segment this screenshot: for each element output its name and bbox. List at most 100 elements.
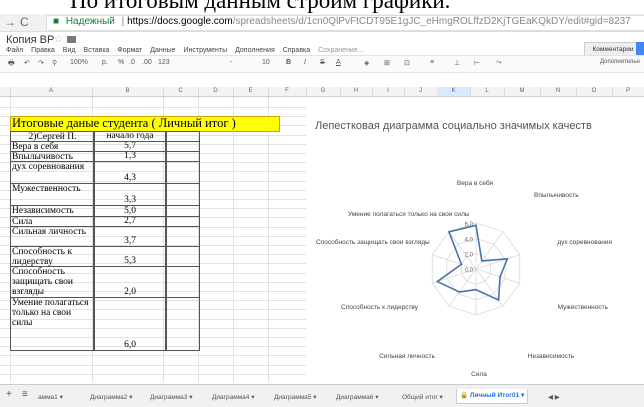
increase-decimals-button[interactable]: .00: [142, 59, 152, 66]
merge-icon[interactable]: ⊡: [404, 59, 410, 67]
radar-data-point: [436, 280, 439, 283]
column-header-o[interactable]: O: [576, 87, 613, 96]
grid-column-line: [233, 97, 234, 382]
column-header-n[interactable]: N: [540, 87, 577, 96]
bold-button[interactable]: B: [286, 59, 291, 66]
currency-button[interactable]: р.: [102, 59, 108, 66]
empty-cell[interactable]: [166, 297, 200, 351]
paint-format-icon[interactable]: ⚲: [52, 59, 57, 67]
back-arrow-icon[interactable]: →: [4, 15, 16, 29]
doc-title[interactable]: Копия ВР: [6, 34, 54, 46]
menu-format[interactable]: Формат: [117, 47, 142, 54]
menu-addons[interactable]: Дополнения: [235, 47, 275, 54]
redo-icon[interactable]: ↷: [38, 59, 44, 67]
font-select[interactable]: -: [230, 59, 232, 66]
column-header-f[interactable]: F: [268, 87, 307, 96]
undo-icon[interactable]: ↶: [24, 59, 30, 67]
score-value: 5,3: [124, 256, 136, 266]
folder-icon[interactable]: [67, 36, 76, 43]
browser-address-bar: → C ■ Надежный | https://docs.google.com…: [0, 14, 644, 32]
radar-chart[interactable]: Лепестковая диаграмма социально значимых…: [306, 97, 644, 382]
halign-icon[interactable]: ≡: [430, 59, 434, 66]
quality-label-cell[interactable]: Способность защищать свои взгляды: [10, 266, 94, 298]
score-cell[interactable]: 3,3: [94, 183, 166, 206]
quality-label-cell[interactable]: Умение полагаться только на свои силы: [10, 297, 94, 351]
column-header-g[interactable]: G: [306, 87, 341, 96]
score-cell[interactable]: 6,0: [94, 297, 166, 351]
menu-edit[interactable]: Правка: [31, 47, 55, 54]
column-header-j[interactable]: J: [404, 87, 438, 96]
radar-axis-label: Мужественность: [557, 304, 608, 311]
font-size-select[interactable]: 10: [262, 59, 270, 66]
number-format-select[interactable]: 123: [158, 59, 170, 66]
italic-button[interactable]: I: [304, 59, 306, 66]
zoom-select[interactable]: 100%: [70, 59, 88, 66]
menu-data[interactable]: Данные: [150, 47, 175, 54]
column-header-k[interactable]: K: [437, 87, 471, 96]
quality-label-cell[interactable]: Способность к лидерству: [10, 246, 94, 267]
menu-help[interactable]: Справка: [283, 47, 310, 54]
column-header-m[interactable]: M: [504, 87, 541, 96]
score-cell[interactable]: 4,3: [94, 161, 166, 184]
formatting-toolbar: 🖶 ↶ ↷ ⚲ 100% р. % .0 .00 123 - 10 B I S …: [0, 55, 644, 73]
menu-view[interactable]: Вид: [63, 47, 76, 54]
add-sheet-icon[interactable]: +: [6, 388, 12, 402]
sheet-tab[interactable]: Диаграмма4 ▾: [212, 391, 255, 405]
more-button[interactable]: Дополнительн: [600, 59, 640, 65]
sheet-tab[interactable]: Диаграмма6 ▾: [336, 391, 379, 405]
column-header-i[interactable]: I: [372, 87, 405, 96]
menu-file[interactable]: Файл: [6, 47, 23, 54]
reload-icon[interactable]: C: [20, 15, 29, 29]
column-header-d[interactable]: D: [198, 87, 234, 96]
score-cell[interactable]: 2,0: [94, 266, 166, 298]
sheet-tab[interactable]: Диаграмма3 ▾: [150, 391, 193, 405]
grid-row-line: [0, 107, 306, 108]
decrease-decimals-button[interactable]: .0: [129, 59, 135, 66]
rotate-icon[interactable]: ⤳: [496, 59, 502, 67]
quality-label-cell[interactable]: дух соревнования: [10, 161, 94, 184]
menu-insert[interactable]: Вставка: [83, 47, 109, 54]
sheet-list-icon[interactable]: ≡: [22, 388, 28, 402]
menu-bar: Файл Правка Вид Вставка Формат Данные Ин…: [6, 47, 370, 54]
column-header-p[interactable]: P: [612, 87, 644, 96]
tab-scroll-arrows-icon[interactable]: ◀ ▶: [548, 391, 560, 405]
strikethrough-button[interactable]: S: [320, 59, 325, 66]
column-header-b[interactable]: B: [92, 87, 164, 96]
wrap-icon[interactable]: ⊢: [474, 59, 480, 67]
text-color-button[interactable]: A: [336, 59, 341, 66]
slide-caption: По итоговым данным строим графики.: [70, 0, 451, 13]
quality-label-cell[interactable]: Мужественность: [10, 183, 94, 206]
column-header-e[interactable]: E: [233, 87, 269, 96]
url-field[interactable]: ■ Надежный | https://docs.google.com/spr…: [46, 15, 644, 31]
print-icon[interactable]: 🖶: [8, 59, 15, 70]
valign-icon[interactable]: ⊥: [454, 59, 460, 67]
column-header-a[interactable]: A: [10, 87, 93, 96]
url-host: https://docs.google.com: [127, 16, 233, 27]
quality-label-cell[interactable]: Сильная личность: [10, 226, 94, 247]
sheet-title-cell[interactable]: Итоговые даные студента ( Личный итог ): [10, 116, 280, 132]
score-cell[interactable]: 5,3: [94, 246, 166, 267]
empty-cell[interactable]: [166, 246, 200, 267]
score-value: 5,7: [124, 141, 136, 151]
sheet-tab[interactable]: Диаграмма2 ▾: [90, 391, 133, 405]
score-value: 2,7: [124, 216, 136, 226]
empty-cell[interactable]: [166, 226, 200, 247]
radar-axis-label: Впылычивость: [534, 192, 579, 199]
column-header-l[interactable]: L: [470, 87, 505, 96]
menu-tools[interactable]: Инструменты: [183, 47, 227, 54]
star-icon[interactable]: ☆: [54, 34, 63, 45]
empty-cell[interactable]: [166, 266, 200, 298]
percent-button[interactable]: %: [118, 59, 124, 66]
sheet-tab[interactable]: амма1 ▾: [38, 391, 63, 405]
empty-cell[interactable]: [166, 161, 200, 184]
column-header-h[interactable]: H: [340, 87, 373, 96]
sheet-tab[interactable]: Общий итог ▾: [402, 391, 443, 405]
radar-data-point: [480, 260, 483, 262]
column-header-c[interactable]: C: [163, 87, 199, 96]
sheet-tab[interactable]: 🔒 Личный Итог01 ▾: [456, 389, 529, 404]
fill-color-icon[interactable]: ◈: [364, 59, 369, 67]
empty-cell[interactable]: [166, 183, 200, 206]
sheet-tab[interactable]: Диаграмма5 ▾: [274, 391, 317, 405]
score-cell[interactable]: 3,7: [94, 226, 166, 247]
borders-icon[interactable]: ⊞: [384, 59, 390, 67]
